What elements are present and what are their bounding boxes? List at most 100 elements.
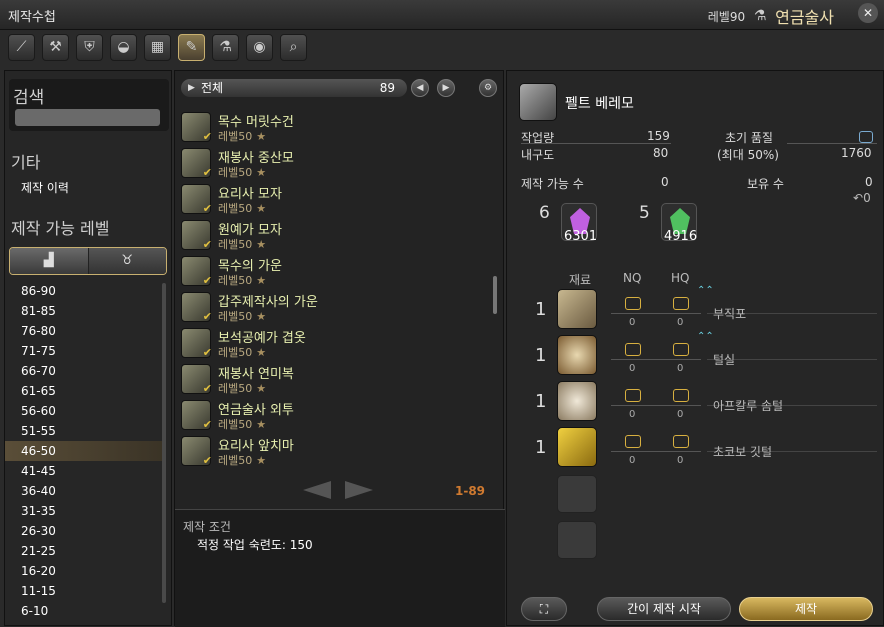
- divider: [787, 143, 877, 144]
- material-icon[interactable]: [557, 427, 597, 467]
- material-icon[interactable]: [557, 335, 597, 375]
- level-tab-icon[interactable]: ▟: [10, 248, 89, 274]
- level-item[interactable]: 76-80: [5, 321, 163, 341]
- divider: [521, 143, 671, 144]
- material-row[interactable]: 1 0 0 아프칼루 솜털: [507, 379, 884, 425]
- recipe-level: 레벨50 ★: [218, 274, 267, 287]
- level-list-scrollbar[interactable]: [162, 283, 166, 603]
- recipe-item-icon: ✔: [181, 112, 212, 143]
- recipe-item[interactable]: ✔ 갑주제작사의 가운 레벨50 ★: [179, 289, 479, 325]
- carpenter-icon[interactable]: ⟋: [8, 34, 35, 61]
- next-page-icon[interactable]: ▶: [437, 79, 455, 97]
- level-item[interactable]: 71-75: [5, 341, 163, 361]
- hq-checkbox[interactable]: [673, 343, 689, 356]
- page-right-icon[interactable]: [345, 481, 373, 499]
- category-dropdown[interactable]: ▶ 전체 89: [181, 79, 407, 97]
- search-label: 검색: [13, 88, 45, 108]
- level-item[interactable]: 66-70: [5, 361, 163, 381]
- synthesize-button[interactable]: 제작: [739, 597, 873, 621]
- quick-synthesis-button[interactable]: 간이 제작 시작: [597, 597, 731, 621]
- leatherworker-icon[interactable]: ▦: [144, 34, 171, 61]
- recipe-list: ✔ 목수 머릿수건 레벨50 ★ ✔ 재봉사 중산모 레벨50 ★ ✔ 요리사 모자…: [179, 109, 479, 469]
- craftable-value: 0: [661, 175, 669, 189]
- level-item[interactable]: 86-90: [5, 281, 163, 301]
- hq-checkbox[interactable]: [673, 297, 689, 310]
- wind-crystal-icon[interactable]: 4916: [661, 203, 698, 244]
- level-item[interactable]: 36-40: [5, 481, 163, 501]
- level-item[interactable]: 81-85: [5, 301, 163, 321]
- item-name: 펠트 베레모: [565, 96, 634, 112]
- level-item[interactable]: 6-10: [5, 601, 163, 621]
- job-level: 레벨90: [707, 9, 746, 24]
- settings-gear-icon[interactable]: ⚙: [479, 79, 497, 97]
- level-item[interactable]: 31-35: [5, 501, 163, 521]
- page-arrows: [303, 481, 373, 499]
- crystal-have: 4916: [664, 229, 698, 244]
- hq-count: 0: [677, 363, 684, 374]
- search-input[interactable]: [15, 109, 160, 126]
- level-item[interactable]: 16-20: [5, 561, 163, 581]
- nq-checkbox[interactable]: [625, 297, 641, 310]
- progress-value: 159: [647, 129, 670, 143]
- level-item[interactable]: 56-60: [5, 401, 163, 421]
- page-left-icon[interactable]: [303, 481, 331, 499]
- recipe-item[interactable]: ✔ 목수 머릿수건 레벨50 ★: [179, 109, 479, 145]
- nq-checkbox[interactable]: [625, 343, 641, 356]
- level-item[interactable]: 21-25: [5, 541, 163, 561]
- search-icon[interactable]: ⌕: [280, 34, 307, 61]
- recipe-item[interactable]: ✔ 재봉사 연미복 레벨50 ★: [179, 361, 479, 397]
- hq-checkbox[interactable]: [673, 435, 689, 448]
- recipe-item[interactable]: ✔ 보석공예가 겹옷 레벨50 ★: [179, 325, 479, 361]
- recipe-item[interactable]: ✔ 연금술사 외투 레벨50 ★: [179, 397, 479, 433]
- level-item[interactable]: 11-15: [5, 581, 163, 601]
- check-icon: ✔: [202, 166, 212, 179]
- divider: [611, 359, 701, 360]
- divider: [611, 451, 701, 452]
- material-row[interactable]: 1 ⌃⌃ 0 0 털실: [507, 331, 884, 379]
- close-button[interactable]: ✕: [858, 3, 878, 23]
- material-row[interactable]: 1 0 0 초코보 깃털: [507, 425, 884, 471]
- recipe-item[interactable]: ✔ 원예가 모자 레벨50 ★: [179, 217, 479, 253]
- goldsmith-icon[interactable]: ◒: [110, 34, 137, 61]
- nq-count: 0: [629, 363, 636, 374]
- level-item[interactable]: 41-45: [5, 461, 163, 481]
- hq-checkbox[interactable]: [673, 389, 689, 402]
- recipe-item[interactable]: ✔ 요리사 모자 레벨50 ★: [179, 181, 479, 217]
- culinarian-icon[interactable]: ◉: [246, 34, 273, 61]
- recipe-item[interactable]: ✔ 재봉사 중산모 레벨50 ★: [179, 145, 479, 181]
- recipe-list-scrollbar[interactable]: [493, 276, 497, 314]
- empty-material-slot: [557, 475, 597, 513]
- star-icon: ★: [256, 454, 267, 467]
- prev-page-icon[interactable]: ◀: [411, 79, 429, 97]
- material-icon[interactable]: [557, 289, 597, 329]
- star-icon: ★: [256, 130, 267, 143]
- blacksmith-icon[interactable]: ⚒: [42, 34, 69, 61]
- crystal-qty: 5: [639, 203, 650, 223]
- quality-checkbox[interactable]: [859, 131, 873, 143]
- nq-checkbox[interactable]: [625, 435, 641, 448]
- list-range: 1-89: [455, 484, 486, 498]
- recipe-level: 레벨50 ★: [218, 310, 267, 323]
- recipe-item[interactable]: ✔ 목수의 가운 레벨50 ★: [179, 253, 479, 289]
- level-item[interactable]: 26-30: [5, 521, 163, 541]
- level-item[interactable]: 61-65: [5, 381, 163, 401]
- level-item-selected[interactable]: 46-50: [5, 441, 163, 461]
- check-icon: ✔: [202, 382, 212, 395]
- felt-beret-item-icon[interactable]: [519, 83, 557, 121]
- armorer-icon[interactable]: ⛨: [76, 34, 103, 61]
- craft-history-link[interactable]: 제작 이력: [21, 179, 69, 196]
- recipe-item-icon: ✔: [181, 400, 212, 431]
- material-icon[interactable]: [557, 381, 597, 421]
- level-item[interactable]: 51-55: [5, 421, 163, 441]
- check-icon: ✔: [202, 454, 212, 467]
- lightning-crystal-icon[interactable]: 6301: [561, 203, 597, 244]
- material-row[interactable]: 1 ⌃⌃ 0 0 부직포: [507, 285, 884, 333]
- alchemist-icon[interactable]: ⚗: [212, 34, 239, 61]
- recipe-item[interactable]: ✔ 요리사 앞치마 레벨50 ★: [179, 433, 479, 469]
- weaver-icon[interactable]: ✎: [178, 34, 205, 61]
- nq-checkbox[interactable]: [625, 389, 641, 402]
- gathering-tab-icon[interactable]: ♉: [88, 248, 166, 274]
- condition-title: 제작 조건: [183, 520, 231, 534]
- trial-synthesis-icon[interactable]: ⛶: [521, 597, 567, 621]
- material-qty: 1: [535, 391, 547, 412]
